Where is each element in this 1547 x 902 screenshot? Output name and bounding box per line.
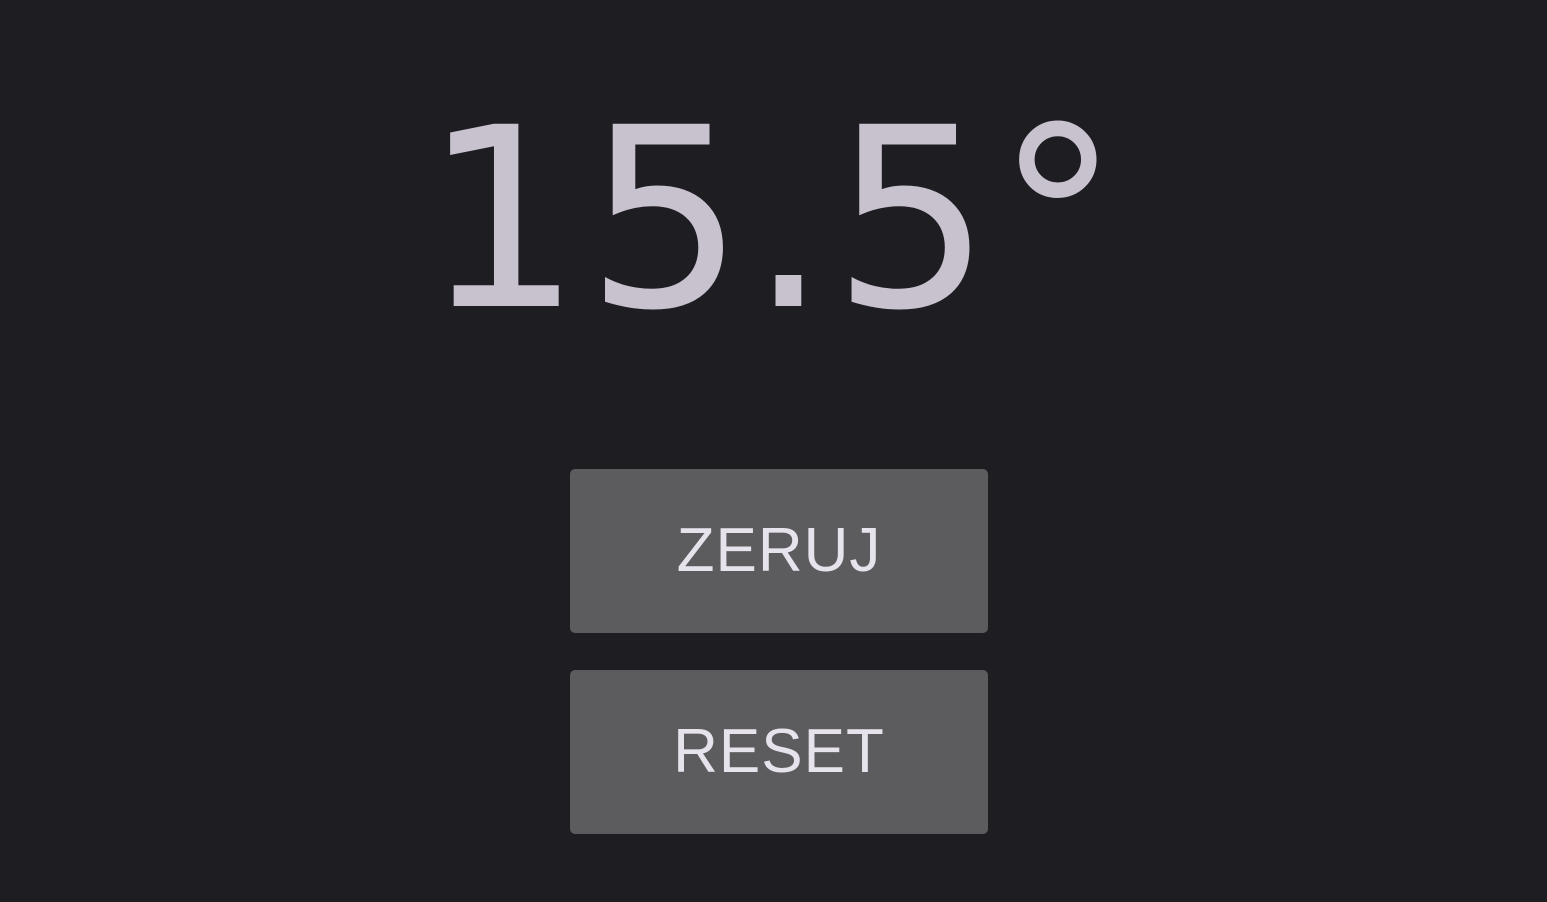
angle-readout: 15.5° [422, 74, 1125, 365]
zero-button[interactable]: ZERUJ [570, 469, 988, 633]
reset-button[interactable]: RESET [570, 670, 988, 834]
app-screen: 15.5° ZERUJ RESET [0, 0, 1547, 902]
